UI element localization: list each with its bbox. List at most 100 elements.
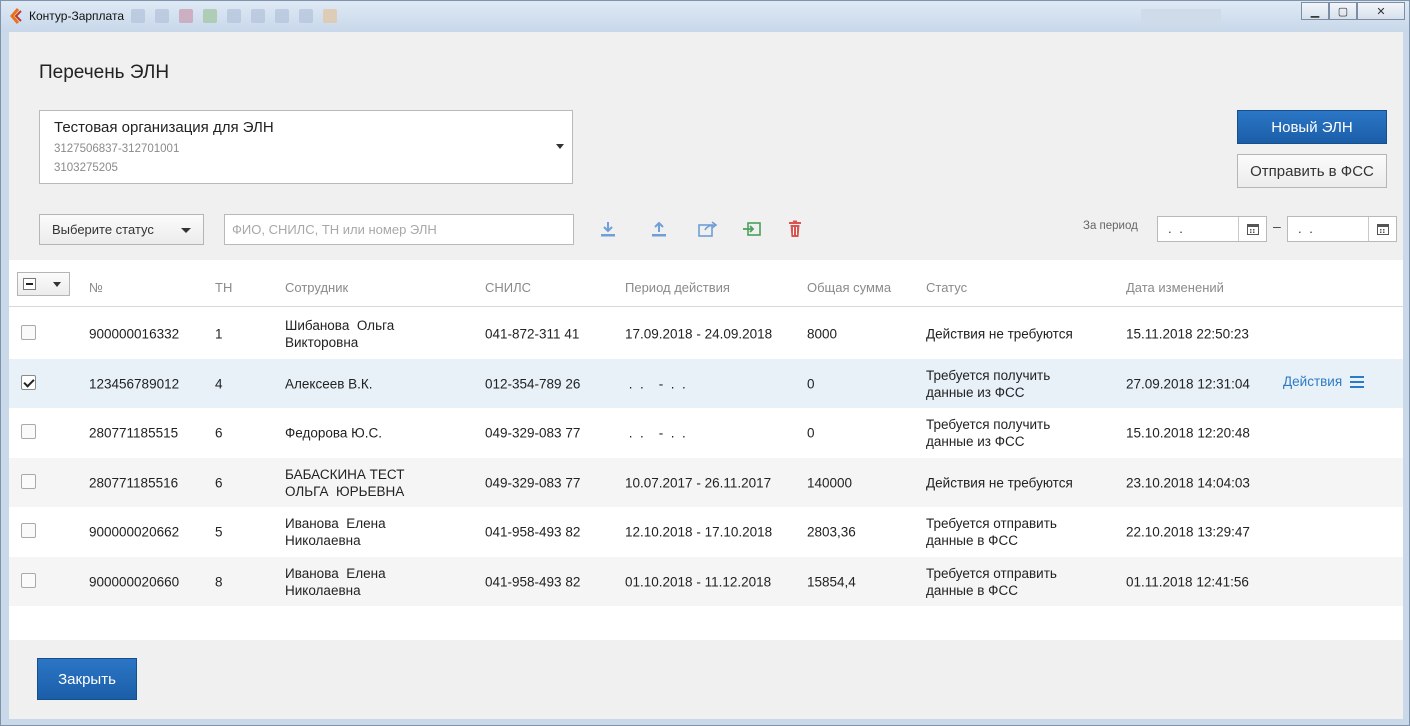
table-row[interactable]: 280771185516 6 БАБАСКИНА ТЕСТ ОЛЬГА ЮРЬЕВН… <box>9 458 1403 507</box>
cell-status: Действия не требуются <box>926 475 1073 490</box>
cell-snils: 041-872-311 41 <box>485 326 580 341</box>
export-icon[interactable] <box>697 218 719 240</box>
calendar-icon[interactable] <box>1238 217 1266 241</box>
column-header-employee[interactable]: Сотрудник <box>285 280 348 295</box>
cell-status: Требуется получить данные из ФСС <box>926 367 1051 400</box>
cell-employee: Иванова Елена Николаевна <box>285 565 386 598</box>
cell-period: . . - . . <box>625 425 686 440</box>
row-checkbox[interactable] <box>21 325 36 340</box>
toolbar-ghost-icon[interactable] <box>275 9 289 23</box>
window-controls: ▁ ▢ ✕ <box>1301 2 1405 20</box>
date-from-field[interactable]: . . <box>1157 216 1267 242</box>
cell-snils: 041-958-493 82 <box>485 524 581 539</box>
dialog-content: Перечень ЭЛН Тестовая организация для ЭЛ… <box>9 32 1403 719</box>
cell-status: Действия не требуются <box>926 326 1073 341</box>
table-row[interactable]: 280771185515 6 Федорова Ю.С. 049-329-083 77… <box>9 408 1403 457</box>
cell-employee: Алексеев В.К. <box>285 376 373 391</box>
cell-employee: БАБАСКИНА ТЕСТ ОЛЬГА ЮРЬЕВНА <box>285 466 405 499</box>
chevron-down-icon <box>181 228 191 233</box>
cell-period: 01.10.2018 - 11.12.2018 <box>625 574 772 589</box>
window-title: Контур-Зарплата <box>29 9 124 23</box>
column-header-snils[interactable]: СНИЛС <box>485 280 531 295</box>
send-fss-button[interactable]: Отправить в ФСС <box>1237 154 1387 188</box>
select-all-checkbox[interactable] <box>23 278 36 290</box>
cell-changed-date: 15.11.2018 22:50:23 <box>1126 326 1249 341</box>
cell-employee: Федорова Ю.С. <box>285 425 383 440</box>
close-button[interactable]: Закрыть <box>37 658 137 700</box>
cell-employee: Иванова Елена Николаевна <box>285 515 386 548</box>
table-row[interactable]: 900000020660 8 Иванова Елена Николаевна 041… <box>9 557 1403 606</box>
cell-number: 280771185515 <box>89 425 179 440</box>
cell-number: 123456789012 <box>89 376 180 391</box>
delete-icon[interactable] <box>784 218 806 240</box>
kontur-logo-icon <box>10 8 22 24</box>
cell-period: 17.09.2018 - 24.09.2018 <box>625 326 773 341</box>
row-checkbox[interactable] <box>21 424 36 439</box>
toolbar-ghost-icon[interactable] <box>299 9 313 23</box>
table-row[interactable]: 900000020662 5 Иванова Елена Николаевна 041… <box>9 507 1403 556</box>
minimize-button[interactable]: ▁ <box>1301 2 1329 20</box>
date-to-field[interactable]: . . <box>1287 216 1397 242</box>
cell-snils: 041-958-493 82 <box>485 574 581 589</box>
chevron-down-icon <box>556 144 564 149</box>
new-eln-button[interactable]: Новый ЭЛН <box>1237 110 1387 144</box>
organization-name: Тестовая организация для ЭЛН <box>54 119 274 136</box>
table-header: № ТН Сотрудник СНИЛС Период действия Общ… <box>9 260 1403 307</box>
search-input[interactable] <box>224 214 574 245</box>
cell-sum: 0 <box>807 376 815 391</box>
eln-table: № ТН Сотрудник СНИЛС Период действия Общ… <box>9 260 1403 640</box>
cell-tn: 6 <box>215 425 223 440</box>
date-range-dash: – <box>1273 218 1281 234</box>
maximize-button[interactable]: ▢ <box>1329 2 1357 20</box>
cell-tn: 1 <box>215 326 223 341</box>
chevron-down-icon <box>53 282 61 287</box>
cell-period: 12.10.2018 - 17.10.2018 <box>625 524 773 539</box>
close-window-button[interactable]: ✕ <box>1357 2 1405 20</box>
date-to-value: . . <box>1298 221 1315 236</box>
column-header-number[interactable]: № <box>89 280 103 295</box>
cell-employee: Шибанова Ольга Викторовна <box>285 317 395 350</box>
column-header-tn[interactable]: ТН <box>215 280 232 295</box>
cell-sum: 2803,36 <box>807 524 856 539</box>
cell-tn: 4 <box>215 376 223 391</box>
cell-tn: 5 <box>215 524 223 539</box>
toolbar-ghost-icon[interactable] <box>203 9 217 23</box>
column-header-changed-date[interactable]: Дата изменений <box>1126 280 1224 295</box>
cell-sum: 0 <box>807 425 815 440</box>
cell-sum: 15854,4 <box>807 574 856 589</box>
import-icon[interactable] <box>741 218 763 240</box>
status-filter-dropdown[interactable]: Выберите статус <box>39 214 204 245</box>
cell-period: . . - . . <box>625 376 686 391</box>
toolbar-ghost-icon[interactable] <box>323 9 337 23</box>
app-window: Контур-Зарплата ▁ ▢ ✕ Перечень ЭЛН Тесто… <box>0 0 1410 726</box>
table-row[interactable]: 123456789012 4 Алексеев В.К. 012-354-789 26… <box>9 359 1403 408</box>
select-all-dropdown[interactable] <box>17 272 70 296</box>
ghost-search-box <box>1141 9 1221 25</box>
row-checkbox[interactable] <box>21 375 36 390</box>
calendar-icon[interactable] <box>1368 217 1396 241</box>
period-label: За период <box>1083 220 1138 232</box>
cell-snils: 012-354-789 26 <box>485 376 581 391</box>
toolbar-ghost-icon[interactable] <box>227 9 241 23</box>
download-icon[interactable] <box>597 218 619 240</box>
column-header-period[interactable]: Период действия <box>625 280 730 295</box>
toolbar-ghost-icon[interactable] <box>131 9 145 23</box>
cell-sum: 140000 <box>807 475 853 490</box>
upload-icon[interactable] <box>648 218 670 240</box>
cell-changed-date: 23.10.2018 14:04:03 <box>1126 475 1250 490</box>
row-checkbox[interactable] <box>21 474 36 489</box>
row-actions-menu[interactable]: Действия <box>1283 374 1365 389</box>
cell-changed-date: 01.11.2018 12:41:56 <box>1126 574 1249 589</box>
date-from-value: . . <box>1168 221 1185 236</box>
column-header-sum[interactable]: Общая сумма <box>807 280 891 295</box>
row-checkbox[interactable] <box>21 523 36 538</box>
organization-select[interactable]: Тестовая организация для ЭЛН 3127506837-… <box>39 110 573 184</box>
toolbar-ghost-icon[interactable] <box>251 9 265 23</box>
cell-number: 280771185516 <box>89 475 179 490</box>
toolbar-ghost-icon[interactable] <box>179 9 193 23</box>
table-row[interactable]: 900000016332 1 Шибанова Ольга Викторовна 04… <box>9 309 1403 358</box>
row-checkbox[interactable] <box>21 573 36 588</box>
column-header-status[interactable]: Статус <box>926 280 967 295</box>
toolbar-ghost-icon[interactable] <box>155 9 169 23</box>
quick-access-toolbar <box>131 9 337 23</box>
